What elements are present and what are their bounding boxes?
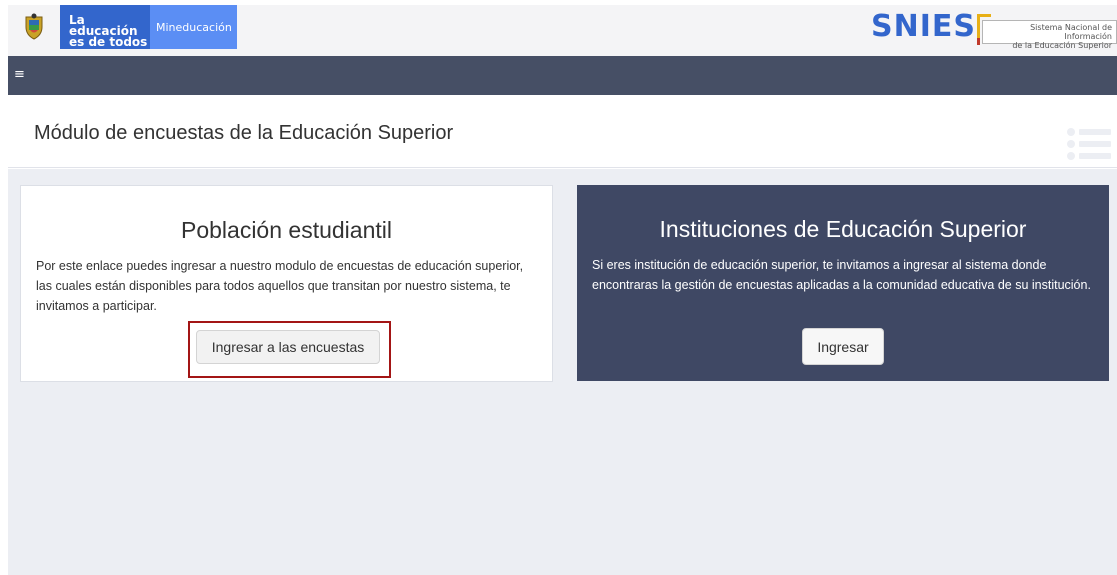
- snies-wordmark: SNIES: [871, 9, 976, 44]
- gov-slogan: La educación es de todos: [60, 5, 150, 49]
- student-card: Población estudiantil Por este enlace pu…: [20, 185, 553, 382]
- top-bar: La educación es de todos Mineducación SN…: [8, 5, 1117, 56]
- gov-logo[interactable]: La educación es de todos Mineducación: [8, 5, 255, 49]
- enter-surveys-button[interactable]: Ingresar a las encuestas: [196, 330, 380, 364]
- institutions-card-title: Instituciones de Educación Superior: [659, 216, 1027, 242]
- snies-subtitle: Sistema Nacional de Información de la Ed…: [982, 20, 1117, 50]
- coat-of-arms-icon: [8, 5, 60, 49]
- institutions-card-text: Si eres institución de educación superio…: [592, 258, 1091, 292]
- snies-subtitle-line2: de la Educación Superior: [1012, 41, 1112, 50]
- hamburger-menu-icon[interactable]: ≡: [14, 68, 25, 82]
- student-card-text: Por este enlace puedes ingresar a nuestr…: [36, 259, 524, 313]
- snies-logo[interactable]: SNIES Sistema Nacional de Información de…: [871, 9, 1117, 50]
- institutions-card: Instituciones de Educación Superior Si e…: [577, 185, 1109, 381]
- ministry-label: Mineducación: [150, 5, 237, 49]
- snies-subtitle-line1: Sistema Nacional de Información: [1030, 23, 1112, 41]
- content-area: Población estudiantil Por este enlace pu…: [8, 169, 1117, 575]
- nav-bar: ≡: [8, 56, 1117, 95]
- student-card-title: Población estudiantil: [181, 217, 392, 243]
- page-title: Módulo de encuestas de la Educación Supe…: [34, 122, 454, 144]
- list-icon: [1067, 128, 1111, 162]
- gov-slogan-line1: La educación: [69, 13, 138, 38]
- title-bar: Módulo de encuestas de la Educación Supe…: [8, 95, 1117, 168]
- snies-bracket-icon: [977, 14, 991, 45]
- enter-button[interactable]: Ingresar: [802, 328, 884, 365]
- gov-slogan-line2: es de todos: [69, 35, 148, 49]
